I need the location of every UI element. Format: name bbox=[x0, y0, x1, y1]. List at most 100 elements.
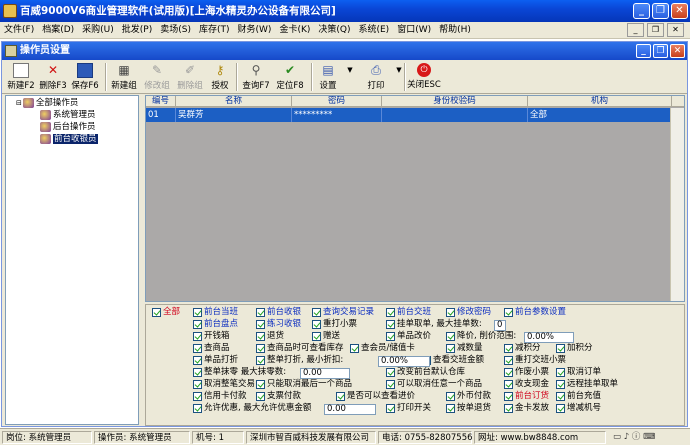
perm-checkbox[interactable]: 重打交班小票 bbox=[504, 355, 566, 366]
menu-system[interactable]: 系统(E) bbox=[354, 22, 393, 38]
minimize-button[interactable]: _ bbox=[633, 3, 650, 19]
perm-checkbox[interactable]: 开钱箱 bbox=[193, 331, 230, 342]
col-org[interactable]: 机构 bbox=[528, 96, 672, 107]
checkbox-icon bbox=[193, 344, 202, 353]
perm-checkbox[interactable]: 前台收银 bbox=[256, 307, 301, 318]
save-button[interactable]: 保存F6 bbox=[70, 62, 100, 92]
perm-checkbox[interactable]: 支票付款 bbox=[256, 391, 301, 402]
check-all[interactable]: 全部 bbox=[152, 307, 180, 318]
query-button[interactable]: ⚲ 查询F7 bbox=[240, 62, 272, 92]
new-button[interactable]: 新建F2 bbox=[6, 62, 36, 92]
perm-checkbox[interactable]: 挂单取单, 最大挂单数: bbox=[386, 319, 482, 330]
perm-checkbox[interactable]: 增减机号 bbox=[556, 403, 601, 414]
mdi-close-button[interactable]: ✕ bbox=[667, 23, 684, 37]
menu-wholesale[interactable]: 批发(P) bbox=[118, 22, 156, 38]
perm-checkbox[interactable]: 查商品时可查看库存 bbox=[256, 343, 344, 354]
price-range-input[interactable]: 0.00% bbox=[524, 332, 574, 343]
edit-group-button[interactable]: ✎ 修改组 bbox=[142, 62, 172, 92]
checkbox-icon bbox=[504, 308, 513, 317]
col-verify-code[interactable]: 身份校验码 bbox=[382, 96, 528, 107]
menu-finance[interactable]: 财务(W) bbox=[234, 22, 276, 38]
perm-checkbox[interactable]: 前台盘点 bbox=[193, 319, 238, 330]
menu-help[interactable]: 帮助(H) bbox=[435, 22, 475, 38]
close-esc-button[interactable]: ⏻ 关闭ESC bbox=[406, 62, 442, 92]
min-discount-input[interactable]: 0.00% bbox=[378, 356, 430, 367]
perm-checkbox[interactable]: 查询交易记录 bbox=[312, 307, 374, 318]
perm-checkbox[interactable]: 信用卡付款 bbox=[193, 391, 247, 402]
mdi-restore-button[interactable]: ❐ bbox=[647, 23, 664, 37]
settings-button[interactable]: ▤ 设置 bbox=[315, 62, 341, 92]
perm-checkbox[interactable]: 收支现金 bbox=[504, 379, 549, 390]
perm-checkbox[interactable]: 练习收银 bbox=[256, 319, 301, 330]
perm-checkbox[interactable]: 允许优惠, 最大允许优惠金额 bbox=[193, 403, 311, 414]
perm-checkbox[interactable]: 整单打折, 最小折扣: bbox=[256, 355, 343, 366]
perm-checkbox[interactable]: 减数量 bbox=[446, 343, 483, 354]
close-button[interactable]: ✕ bbox=[671, 3, 688, 19]
user-icon bbox=[40, 122, 51, 132]
max-discount-amount-input[interactable]: 0.00 bbox=[324, 404, 376, 415]
perm-checkbox[interactable]: 查商品 bbox=[193, 343, 230, 354]
perm-checkbox[interactable]: 重打小票 bbox=[312, 319, 357, 330]
perm-checkbox[interactable]: 金卡发放 bbox=[504, 403, 549, 414]
perm-checkbox[interactable]: 远程挂单取单 bbox=[556, 379, 618, 390]
menu-store[interactable]: 卖场(S) bbox=[156, 22, 195, 38]
perm-checkbox[interactable]: 前台参数设置 bbox=[504, 307, 566, 318]
max-round-input[interactable]: 0.00 bbox=[300, 368, 350, 379]
grid-scrollbar[interactable] bbox=[670, 108, 684, 301]
perm-checkbox[interactable]: 单品打折 bbox=[193, 355, 238, 366]
perm-checkbox[interactable]: 前台订货 bbox=[504, 391, 549, 402]
print-dropdown[interactable]: ▼ bbox=[391, 62, 401, 92]
perm-checkbox[interactable]: 整单抹零 最大抹零数: bbox=[193, 367, 286, 378]
table-row[interactable]: 01 吴群芳 ********* 全部 bbox=[146, 108, 684, 122]
perm-checkbox[interactable]: 取消订单 bbox=[556, 367, 601, 378]
perm-checkbox[interactable]: 可以取消任意一个商品 bbox=[386, 379, 482, 390]
max-hang-input[interactable]: 0 bbox=[494, 320, 506, 331]
inner-restore-button[interactable]: ❐ bbox=[653, 44, 668, 58]
perm-checkbox[interactable]: 按单退货 bbox=[446, 403, 491, 414]
settings-dropdown[interactable]: ▼ bbox=[342, 62, 352, 92]
restore-button[interactable]: ❐ bbox=[652, 3, 669, 19]
menu-purchase[interactable]: 采购(U) bbox=[78, 22, 118, 38]
tree-item-backoffice[interactable]: 后台操作员 bbox=[40, 122, 96, 133]
locate-button[interactable]: ✔ 定位F8 bbox=[274, 62, 306, 92]
inner-close-button[interactable]: ✕ bbox=[670, 44, 685, 58]
perm-checkbox[interactable]: 加积分 bbox=[556, 343, 593, 354]
menu-archive[interactable]: 档案(D) bbox=[38, 22, 78, 38]
perm-checkbox[interactable]: 前台交班 bbox=[386, 307, 431, 318]
perm-checkbox[interactable]: 赠送 bbox=[312, 331, 340, 342]
tree-item-cashier[interactable]: 前台收银员 bbox=[40, 134, 98, 145]
perm-checkbox[interactable]: 取消整笔交易 bbox=[193, 379, 255, 390]
col-name[interactable]: 名称 bbox=[176, 96, 292, 107]
menu-stock[interactable]: 库存(T) bbox=[195, 22, 234, 38]
tree-root[interactable]: ⊟ 全部操作员 bbox=[16, 98, 78, 109]
delete-group-button[interactable]: ✐ 删除组 bbox=[175, 62, 205, 92]
tree-item-sysadmin[interactable]: 系统管理员 bbox=[40, 110, 96, 121]
perm-checkbox[interactable]: 前台充值 bbox=[556, 391, 601, 402]
perm-checkbox[interactable]: 查会员/储值卡 bbox=[350, 343, 415, 354]
inner-minimize-button[interactable]: _ bbox=[636, 44, 651, 58]
authorize-button[interactable]: ⚷ 授权 bbox=[208, 62, 232, 92]
perm-checkbox[interactable]: 修改密码 bbox=[446, 307, 491, 318]
col-id[interactable]: 编号 bbox=[146, 96, 176, 107]
perm-checkbox[interactable]: 降价, 削价范围: bbox=[446, 331, 516, 342]
menu-decision[interactable]: 决策(Q) bbox=[314, 22, 354, 38]
perm-checkbox[interactable]: 退货 bbox=[256, 331, 284, 342]
perm-checkbox[interactable]: 是否可以查看进价 bbox=[336, 391, 415, 402]
perm-checkbox[interactable]: 打印开关 bbox=[386, 403, 431, 414]
print-button[interactable]: ⎙ 打印 bbox=[362, 62, 390, 92]
perm-checkbox[interactable]: 外币付款 bbox=[446, 391, 491, 402]
col-password[interactable]: 密码 bbox=[292, 96, 382, 107]
menu-window[interactable]: 窗口(W) bbox=[393, 22, 435, 38]
perm-checkbox[interactable]: 作废小票 bbox=[504, 367, 549, 378]
menu-card[interactable]: 金卡(K) bbox=[275, 22, 314, 38]
perm-checkbox[interactable]: 前台当班 bbox=[193, 307, 238, 318]
menu-file[interactable]: 文件(F) bbox=[0, 22, 38, 38]
delete-button[interactable]: ✕ 删除F3 bbox=[38, 62, 68, 92]
perm-checkbox[interactable]: 单品改价 bbox=[386, 331, 431, 342]
perm-checkbox[interactable]: 查看交班金额 bbox=[422, 355, 484, 366]
perm-checkbox[interactable]: 减积分 bbox=[504, 343, 541, 354]
new-group-button[interactable]: ▦ 新建组 bbox=[109, 62, 139, 92]
mdi-minimize-button[interactable]: _ bbox=[627, 23, 644, 37]
perm-checkbox[interactable]: 只能取消最后一个商品 bbox=[256, 379, 352, 390]
perm-checkbox[interactable]: 改变前台默认仓库 bbox=[386, 367, 465, 378]
